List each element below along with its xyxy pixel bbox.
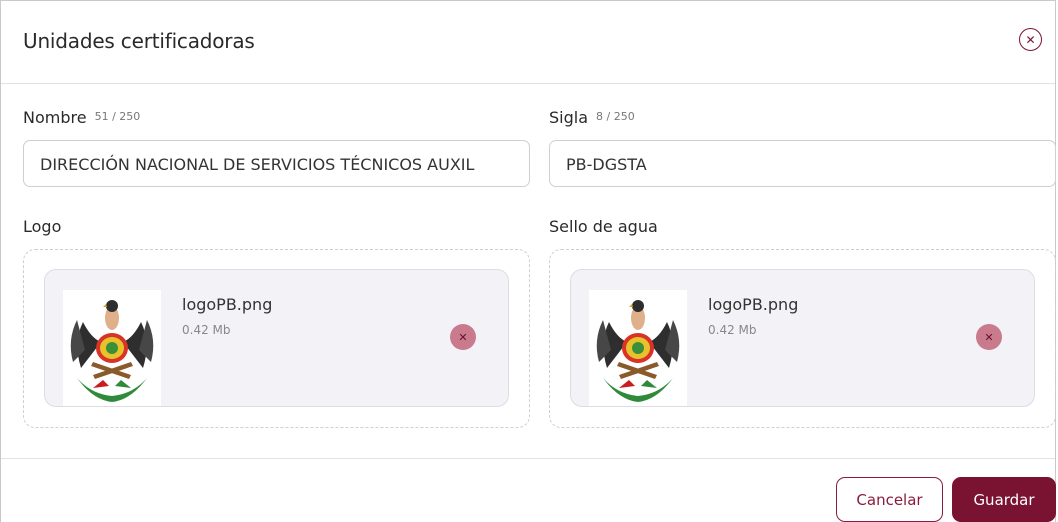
- sigla-label: Sigla: [549, 108, 589, 127]
- nombre-char-counter: 51 / 250: [94, 110, 141, 123]
- sigla-label-row: Sigla 8 / 250: [549, 108, 635, 127]
- coat-of-arms-icon: [589, 290, 687, 406]
- sigla-char-counter: 8 / 250: [596, 110, 635, 123]
- unidades-certificadoras-dialog: Unidades certificadoras ✕ Nombre 51 / 250…: [0, 0, 1056, 522]
- remove-icon: ✕: [984, 330, 994, 344]
- sello-thumbnail: [589, 290, 687, 406]
- logo-file-card: logoPB.png 0.42 Mb ✕: [44, 269, 509, 407]
- save-button[interactable]: Guardar: [952, 477, 1056, 522]
- cancel-button[interactable]: Cancelar: [836, 477, 943, 522]
- logo-label: Logo: [23, 217, 62, 236]
- nombre-label: Nombre: [23, 108, 87, 127]
- coat-of-arms-icon: [63, 290, 161, 406]
- logo-thumbnail: [63, 290, 161, 406]
- footer-divider: [1, 458, 1055, 459]
- sello-dropzone[interactable]: logoPB.png 0.42 Mb ✕: [549, 249, 1056, 428]
- sello-file-card: logoPB.png 0.42 Mb ✕: [570, 269, 1035, 407]
- close-button[interactable]: ✕: [1019, 28, 1042, 51]
- logo-remove-button[interactable]: ✕: [450, 324, 476, 350]
- close-icon: ✕: [1025, 32, 1036, 47]
- nombre-label-row: Nombre 51 / 250: [23, 108, 140, 127]
- logo-dropzone[interactable]: logoPB.png 0.42 Mb ✕: [23, 249, 530, 428]
- sello-remove-button[interactable]: ✕: [976, 324, 1002, 350]
- logo-file-size: 0.42 Mb: [182, 323, 231, 337]
- sello-label: Sello de agua: [549, 217, 658, 236]
- nombre-input[interactable]: DIRECCIÓN NACIONAL DE SERVICIOS TÉCNICOS…: [23, 140, 530, 187]
- dialog-title: Unidades certificadoras: [23, 29, 255, 53]
- remove-icon: ✕: [458, 330, 468, 344]
- sello-file-size: 0.42 Mb: [708, 323, 757, 337]
- sello-file-name: logoPB.png: [708, 295, 799, 314]
- dialog-header: Unidades certificadoras ✕: [1, 1, 1055, 84]
- logo-file-name: logoPB.png: [182, 295, 273, 314]
- sigla-input[interactable]: PB-DGSTA: [549, 140, 1056, 187]
